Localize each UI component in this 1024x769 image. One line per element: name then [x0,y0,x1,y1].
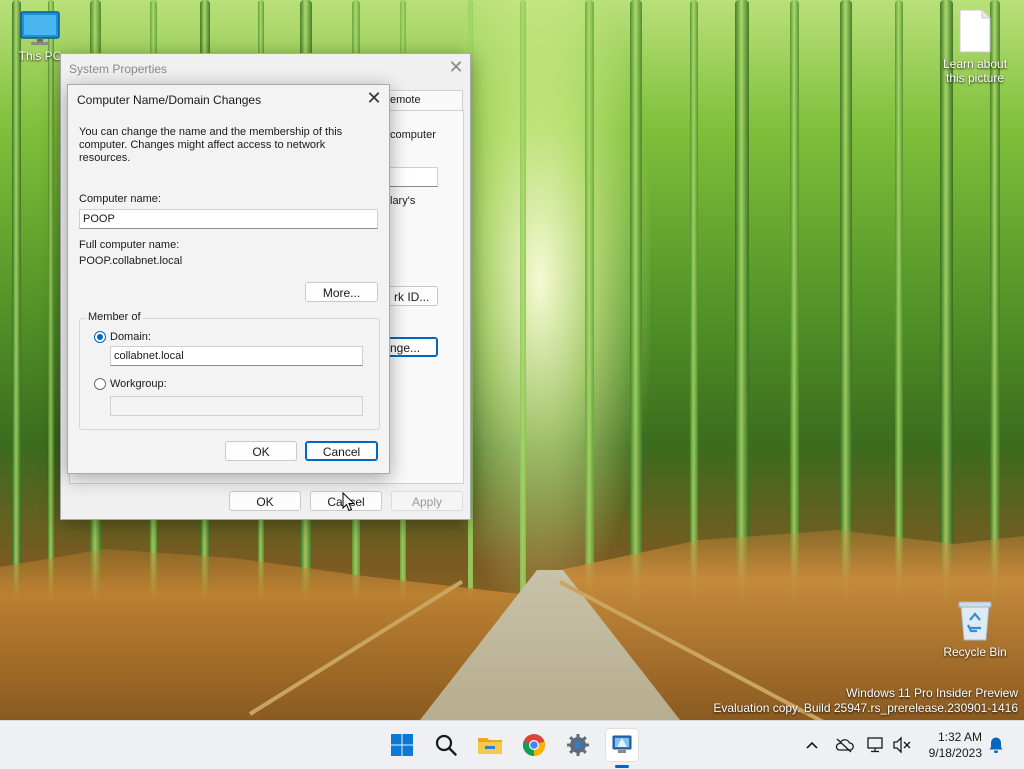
workgroup-input[interactable] [110,396,363,416]
chrome-button[interactable] [518,729,550,761]
clock-time: 1:32 AM [937,730,982,744]
recycle-bin-desktop-icon[interactable]: Recycle Bin [934,598,1016,659]
dialog-close-button[interactable]: ✕ [363,89,385,111]
bamboo-stalk [48,0,54,600]
onedrive-tray-button[interactable] [834,735,854,755]
computer-description-text: computer [390,129,436,141]
close-icon: ✕ [448,57,464,77]
system-properties-close-button[interactable]: ✕ [445,58,467,80]
recycle-bin-icon [955,598,995,642]
taskbar-clock[interactable]: 1:32 AM 9/18/2023 [918,729,982,761]
notifications-button[interactable] [986,735,1006,755]
full-computer-name-value: POOP.collabnet.local [79,255,183,267]
more-button[interactable]: More... [305,282,378,302]
network-tray-button[interactable] [866,735,886,755]
system-properties-apply-button[interactable]: Apply [391,491,463,511]
clock-date: 9/18/2023 [928,746,982,760]
workgroup-radio[interactable] [94,378,106,390]
watermark-line-2: Evaluation copy. Build 25947.rs_prerelea… [713,701,1018,715]
evaluation-watermark: Windows 11 Pro Insider Preview Evaluatio… [713,686,1018,715]
bamboo-stalk [630,0,642,600]
tab-remote[interactable]: emote [389,90,463,111]
file-explorer-button[interactable] [474,729,506,761]
example-text: lary's [390,195,416,207]
gear-icon [567,734,589,756]
volume-tray-button[interactable] [892,735,912,755]
network-icon [867,737,883,753]
document-icon [958,8,992,54]
domain-label: Domain: [110,331,151,343]
windows-logo-icon [391,734,413,756]
computer-name-input[interactable]: POOP [79,209,378,229]
close-icon: ✕ [366,88,382,108]
recycle-bin-label: Recycle Bin [943,645,1007,659]
cloud-offline-icon [835,738,854,753]
dialog-cancel-button[interactable]: Cancel [305,441,378,461]
folder-icon [478,738,502,754]
system-properties-taskbar-button[interactable] [606,729,638,761]
bamboo-stalk [895,0,903,600]
system-properties-title: System Properties [69,62,168,76]
watermark-line-1: Windows 11 Pro Insider Preview [846,686,1018,700]
domain-radio[interactable] [94,331,106,343]
taskbar: 1:32 AM 9/18/2023 [0,720,1024,769]
dialog-title: Computer Name/Domain Changes [77,93,262,107]
learn-about-picture-desktop-icon[interactable]: Learn about this picture [934,8,1016,85]
search-button[interactable] [430,729,462,761]
learn-about-picture-label: Learn about this picture [942,57,1008,85]
chrome-icon [522,734,546,757]
start-button[interactable] [386,729,418,761]
bamboo-stalk [940,0,953,600]
computer-properties-icon [612,735,632,753]
monitor-icon [19,10,61,46]
chevron-up-icon [806,741,818,749]
dialog-ok-button[interactable]: OK [225,441,297,461]
computer-name-label: Computer name: [79,193,161,205]
show-hidden-icons-button[interactable] [802,735,822,755]
dialog-description: You can change the name and the membersh… [79,126,343,164]
full-computer-name-label: Full computer name: [79,239,180,251]
bamboo-stalk [690,0,698,600]
mouse-cursor-icon [342,491,356,512]
bamboo-stalk [790,0,799,600]
bamboo-stalk [12,0,21,600]
system-properties-ok-button[interactable]: OK [229,491,301,511]
member-of-label: Member of [86,311,143,323]
settings-button[interactable] [562,729,594,761]
bamboo-stalk [520,0,526,600]
bamboo-stalk [585,0,594,600]
bamboo-stalk [840,0,852,600]
computer-name-dialog: Computer Name/Domain Changes ✕ You can c… [67,84,390,474]
workgroup-label: Workgroup: [110,378,167,390]
search-icon [435,734,457,756]
bamboo-stalk [735,0,749,600]
bamboo-stalk [990,0,1000,600]
domain-input[interactable]: collabnet.local [110,346,363,366]
speaker-muted-icon [893,736,911,754]
bell-icon [989,737,1003,753]
tab-remote-label: emote [390,94,421,106]
